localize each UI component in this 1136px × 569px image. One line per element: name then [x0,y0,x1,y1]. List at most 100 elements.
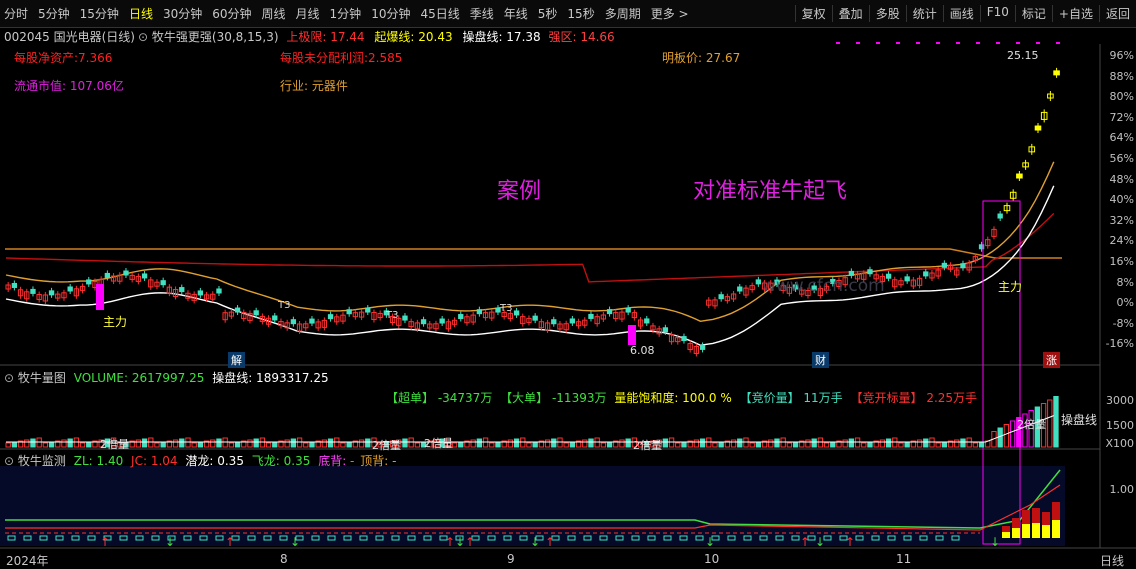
price-axis-label: 96% [1109,49,1134,62]
signal-arrow: ↑ [465,535,475,549]
monitor-yellow-bar [1042,525,1050,538]
volume-bar [1053,396,1059,448]
volume-bar [489,442,495,448]
candle [439,318,445,324]
volume-bar [823,442,830,448]
signal-dash [1056,42,1060,44]
candle [216,288,222,294]
volume-bar [67,438,73,448]
volume-bar [48,441,55,448]
volume-bar [1003,424,1010,448]
volume-bar [842,439,848,448]
candle [588,313,594,319]
candle [532,315,538,321]
candle [718,294,724,300]
volume-bar [1047,399,1053,448]
candle [885,273,892,279]
double-volume-label: 2倍量 [1017,418,1046,431]
candle [11,282,18,288]
volume-bar [24,439,30,448]
signal-dash [896,42,900,44]
signal-arrow: ↓ [455,535,465,549]
volume-bar [234,441,241,448]
marker-zhang[interactable]: 涨 [1043,352,1060,368]
volume-bar [954,439,960,448]
signal-arrow: ↓ [530,535,540,549]
x-axis-unit[interactable]: 日线 [1100,552,1124,569]
volume-bar [247,439,253,448]
zhuli-label-1: 主力 [103,315,128,329]
candle [86,279,92,285]
price-chart[interactable]: ↑ ↓ ↑ ↓ ↑ ↓ ↑ ↓ ↑ ↓ ↑ ↓ ↑ ↓ [0,0,1136,569]
volume-bar [867,441,873,448]
marker-jie[interactable]: 解 [228,352,245,368]
volume-bar [414,442,421,448]
watermark: www.cfcn.com [762,276,885,296]
price-axis-label: 8% [1116,275,1134,289]
candle [458,314,464,320]
candle [327,314,334,320]
candle [1034,125,1042,131]
price-axis-label: -16% [1105,337,1134,351]
x-label-9: 9 [507,552,515,566]
volume-bar [346,441,352,448]
price-axis-label: 0% [1116,296,1134,310]
volume-bar [402,438,408,448]
candle [699,344,706,350]
volume-bar [42,442,49,448]
price-axis-label: 80% [1109,90,1134,104]
signal-arrow: ↑ [545,535,555,549]
volume-pane-title: 牧牛量图 [17,371,66,385]
volume-bar [749,442,755,448]
double-volume-label: 2倍量 [424,437,453,450]
signal-arrow: ↑ [800,535,810,549]
qianlong-value: 潜龙: 0.35 [185,454,244,468]
volume-bar [135,439,142,448]
monitor-axis-1: 1.00 [1109,483,1135,496]
volume-control-label: 操盘线 [1061,413,1098,427]
volume-pane-header: ⊙ 牧牛量图 VOLUME: 2617997.25 操盘线: 1893317.2… [4,369,329,386]
price-axis-label: 64% [1109,131,1134,145]
volume-bar [228,442,235,448]
volume-bar [544,439,551,448]
double-volume-label: 2倍量 [633,439,662,452]
monitor-pane-header: ⊙ 牧牛监测 ZL: 1.40 JC: 1.04 潜龙: 0.35 飞龙: 0.… [4,452,396,469]
monitor-yellow-bar [1032,523,1040,538]
signal-arrow: ↑ [100,535,110,549]
volume-bar [786,442,793,448]
volume-bar [470,439,476,448]
volume-bar [699,438,706,448]
candle [569,318,576,324]
volume-bar [997,427,1003,448]
volume-bar [513,438,520,448]
price-axis-label: 40% [1109,193,1134,207]
candle [48,290,55,296]
volume-bar [811,438,817,448]
signal-arrow: ↑ [225,535,235,549]
marker-cai[interactable]: 财 [812,352,829,368]
volume-bar [935,442,941,448]
volume-bar [693,439,700,448]
t3-label: T3 [500,303,513,314]
double-volume-label: 2倍量 [372,439,401,452]
signal-dash [836,42,840,44]
volume-bar [451,442,458,448]
monitor-pane-title: 牧牛监测 [17,454,66,468]
candle [644,318,650,324]
volume-bar [141,438,148,448]
t3-label: T3 [386,310,399,321]
candle [160,280,166,286]
volume-bar [569,441,576,448]
candle [476,309,483,315]
price-axis-label: 56% [1109,152,1134,165]
magenta-candle [628,325,636,345]
monitor-yellow-bar [1022,524,1030,538]
volume-bar [340,442,346,448]
volume-bar [662,438,669,448]
monitor-background [0,466,1065,546]
volume-bar [563,442,569,448]
volume-bar [79,442,86,448]
collapse-icon[interactable]: ⊙ [4,454,14,468]
collapse-icon[interactable]: ⊙ [4,371,14,385]
magenta-candle [96,284,104,310]
